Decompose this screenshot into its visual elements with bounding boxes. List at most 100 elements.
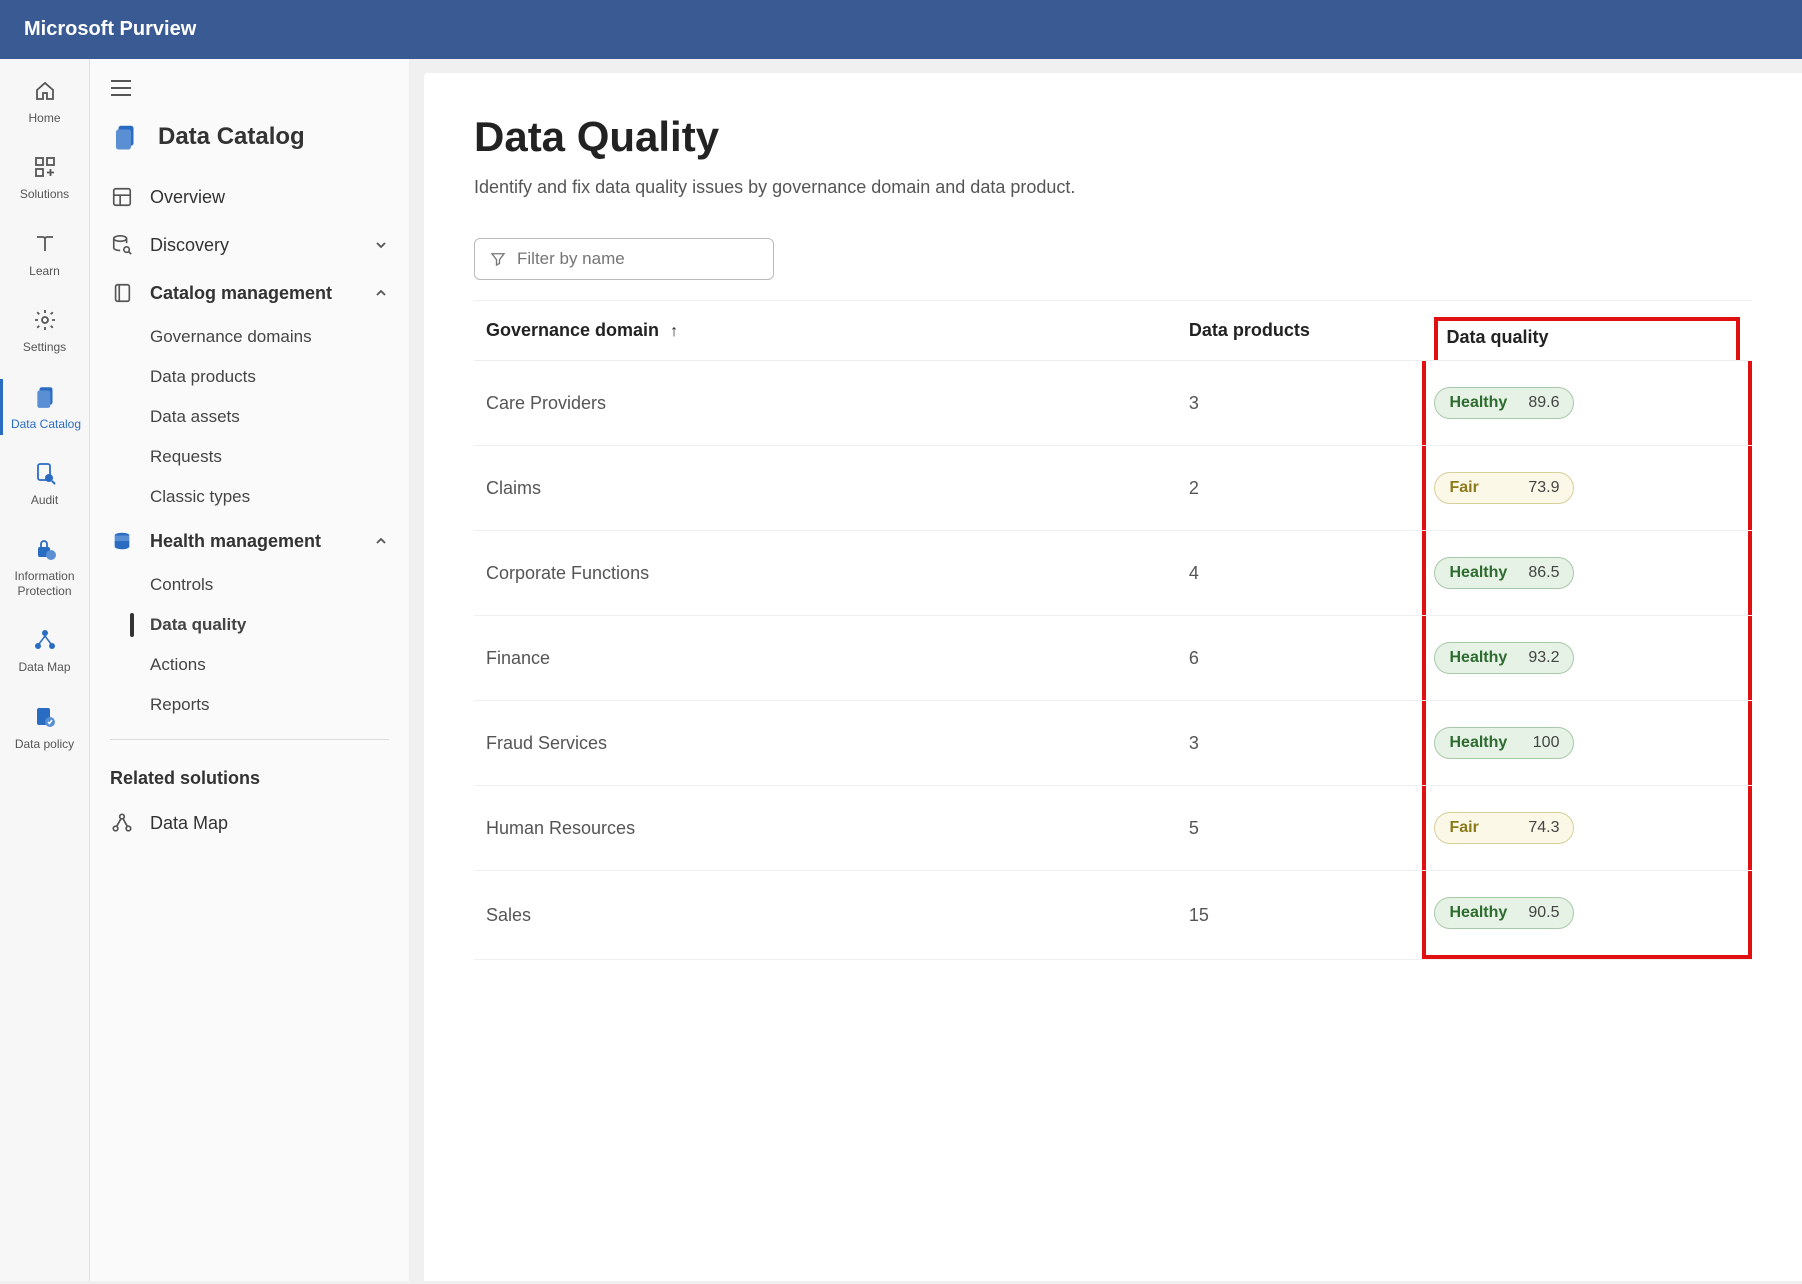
rail-solutions[interactable]: Solutions [0,149,89,205]
quality-status: Healthy [1449,649,1507,667]
quality-status: Healthy [1449,904,1507,922]
nav-sub-reports[interactable]: Reports [90,685,409,725]
rail-label: Data policy [15,737,74,751]
cell-domain: Fraud Services [474,701,1177,786]
nav-label: Discovery [150,235,229,256]
rail-info-protection[interactable]: Information Protection [0,531,89,602]
table-row[interactable]: Care Providers3 Healthy 89.6 [474,361,1752,446]
nav-discovery[interactable]: Discovery [90,221,409,269]
app-shell: Home Solutions Learn Settings Data Catal… [0,59,1802,1281]
rail-label: Home [28,111,60,125]
nav-sub-data-quality[interactable]: Data quality [90,605,409,645]
hamburger-button[interactable] [110,79,409,97]
nav-overview[interactable]: Overview [90,173,409,221]
rail-data-map[interactable]: Data Map [0,622,89,678]
sort-up-icon: ↑ [670,323,678,340]
rail-learn[interactable]: Learn [0,226,89,282]
nav-catalog-management[interactable]: Catalog management [90,269,409,317]
app-title-bar: Microsoft Purview [0,0,1802,59]
cell-domain: Finance [474,616,1177,701]
nav-label: Overview [150,187,225,208]
table-row[interactable]: Corporate Functions4Healthy86.5 [474,531,1752,616]
rail-home[interactable]: Home [0,73,89,129]
cell-domain: Claims [474,446,1177,531]
nav-label: Catalog management [150,283,332,304]
rail-data-policy[interactable]: Data policy [0,699,89,755]
nav-sub-controls[interactable]: Controls [90,565,409,605]
app-title: Microsoft Purview [24,18,196,40]
rail-label: Learn [29,264,60,278]
table-row[interactable]: Human Resources5Fair74.3 [474,786,1752,871]
nav-health-management[interactable]: Health management [90,517,409,565]
quality-pill: Fair74.3 [1434,812,1574,844]
nav-sub-data-products[interactable]: Data products [90,357,409,397]
quality-status: Fair [1449,819,1478,837]
filter-input[interactable] [517,249,759,269]
nav-sub-governance-domains[interactable]: Governance domains [90,317,409,357]
quality-status: Healthy [1449,564,1507,582]
page-title: Data Quality [474,113,1752,161]
panel-title-text: Data Catalog [158,123,305,151]
table-row[interactable]: Fraud Services3 Healthy 100 [474,701,1752,786]
quality-score: 86.5 [1528,564,1559,582]
chevron-up-icon [373,285,389,301]
policy-icon [31,703,59,731]
col-header-products[interactable]: Data products [1177,301,1433,361]
col-header-products-label: Data products [1189,320,1310,340]
domain-table: Governance domain ↑ Data products Data q… [474,300,1752,960]
rail-label: Solutions [20,187,69,201]
database-search-icon [110,233,134,257]
rail-data-catalog[interactable]: Data Catalog [0,379,89,435]
col-header-domain-label: Governance domain [486,320,659,340]
nav-sub-actions[interactable]: Actions [90,645,409,685]
home-icon [31,77,59,105]
catalog-icon [110,121,142,153]
book-icon [31,230,59,258]
quality-score: 73.9 [1528,479,1559,497]
rail-label: Data Catalog [11,417,81,431]
nav-sub-requests[interactable]: Requests [90,437,409,477]
quality-status: Healthy [1449,394,1507,412]
table-row[interactable]: Claims2Fair73.9 [474,446,1752,531]
rail-label: Information Protection [0,569,89,598]
rail-audit[interactable]: Audit [0,455,89,511]
cell-products: 3 [1177,361,1433,446]
col-header-domain[interactable]: Governance domain ↑ [474,301,1177,361]
main-content: Data Quality Identify and fix data quali… [424,73,1802,1281]
table-row[interactable]: Finance6 Healthy 93.2 [474,616,1752,701]
cell-quality: Healthy90.5 [1432,871,1752,960]
rail-label: Settings [23,340,66,354]
nav-rail: Home Solutions Learn Settings Data Catal… [0,59,90,1281]
nav-sub-classic-types[interactable]: Classic types [90,477,409,517]
cell-domain: Corporate Functions [474,531,1177,616]
notebook-icon [110,281,134,305]
filter-icon [489,250,507,268]
quality-score: 89.6 [1528,394,1559,412]
catalog-icon [32,383,60,411]
cell-quality: Healthy 100 [1432,701,1752,786]
col-header-quality-label: Data quality [1446,327,1548,347]
rail-settings[interactable]: Settings [0,302,89,358]
cell-products: 3 [1177,701,1433,786]
nav-sub-data-assets[interactable]: Data assets [90,397,409,437]
quality-score: 100 [1533,734,1560,752]
search-doc-icon [31,459,59,487]
nav-label: Data Map [150,813,228,834]
quality-score: 93.2 [1528,649,1559,667]
nav-label: Health management [150,531,321,552]
nodes-icon [110,811,134,835]
quality-pill: Healthy90.5 [1434,897,1574,929]
cell-products: 6 [1177,616,1433,701]
filter-box[interactable] [474,238,774,280]
table-row[interactable]: Sales15Healthy90.5 [474,871,1752,960]
cell-domain: Care Providers [474,361,1177,446]
cell-quality: Healthy 93.2 [1432,616,1752,701]
nodes-icon [31,626,59,654]
quality-pill: Healthy 100 [1434,727,1574,759]
quality-status: Healthy [1449,734,1507,752]
rail-label: Data Map [18,660,70,674]
nav-related-data-map[interactable]: Data Map [90,799,409,847]
col-header-quality[interactable]: Data quality [1432,301,1752,361]
chevron-up-icon [373,533,389,549]
quality-status: Fair [1449,479,1478,497]
